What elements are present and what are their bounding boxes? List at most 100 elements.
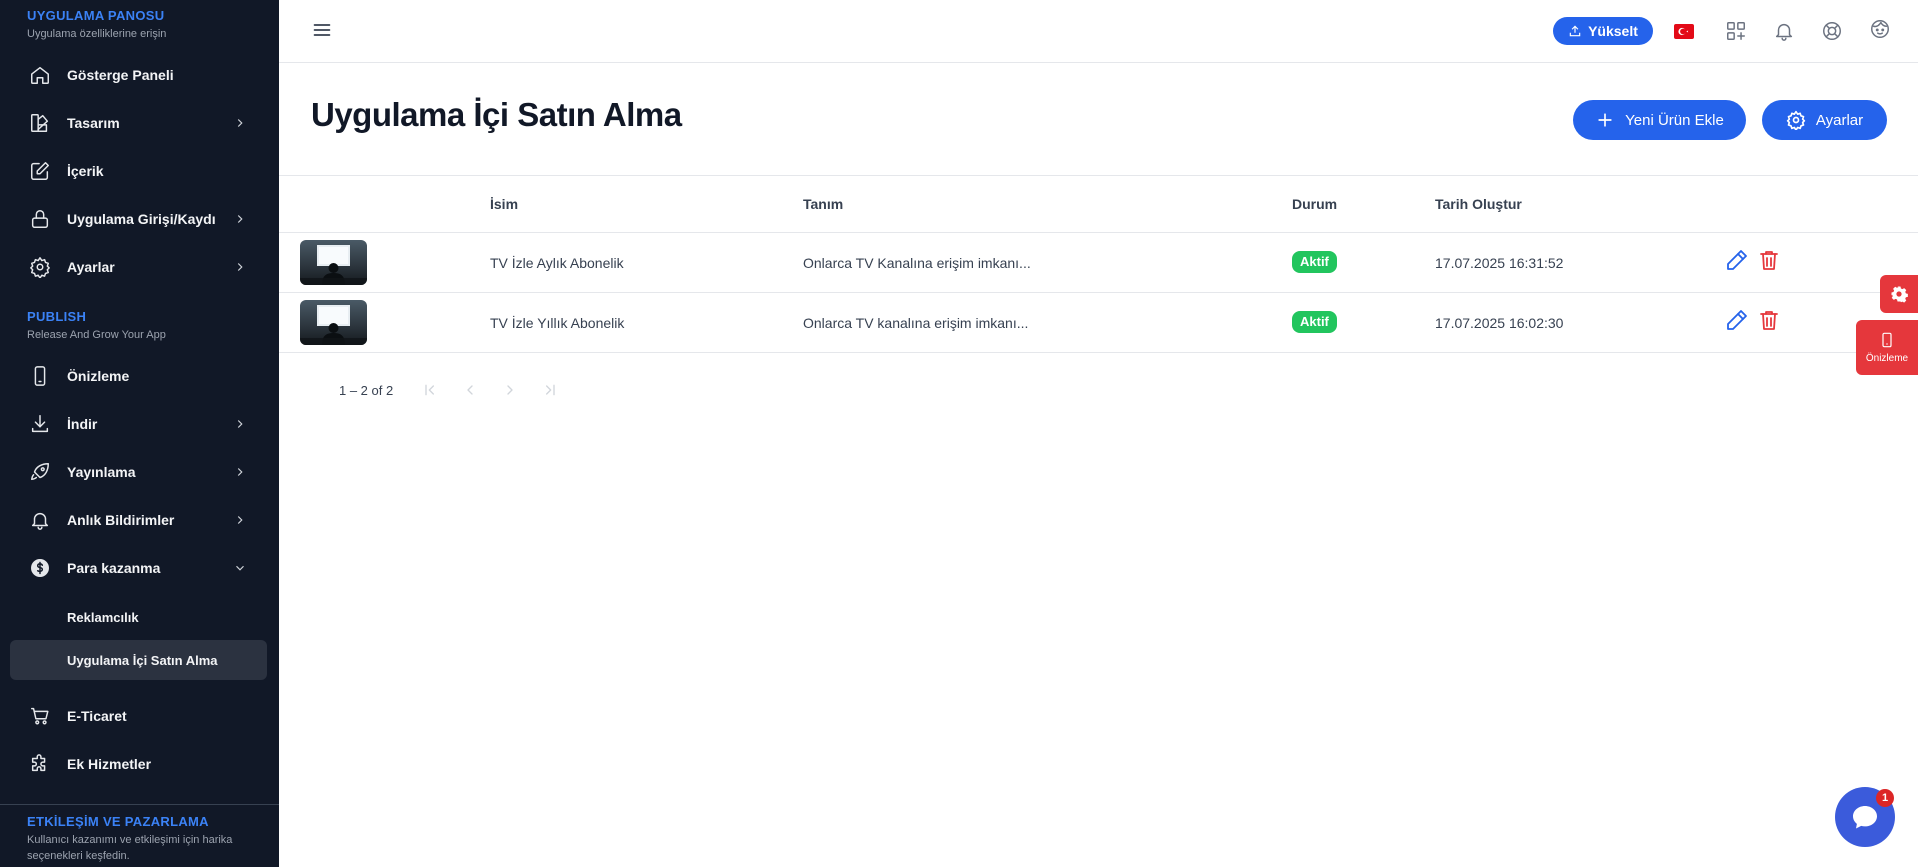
chevron-right-icon	[233, 465, 247, 479]
edit-icon[interactable]	[1725, 248, 1751, 274]
menu-icon[interactable]	[312, 20, 332, 40]
created-date: 17.07.2025 16:31:52	[1435, 255, 1564, 271]
chevron-right-icon	[233, 260, 247, 274]
sidebar-item-extra-services[interactable]: Ek Hizmetler	[10, 744, 267, 784]
edit-icon	[28, 159, 52, 183]
product-description: Onlarca TV kanalına erişim imkanı...	[803, 315, 1029, 331]
sidebar-item-label: İçerik	[67, 163, 104, 179]
edit-icon[interactable]	[1725, 308, 1751, 334]
pagination: 1 – 2 of 2	[339, 379, 579, 401]
sidebar-item-label: Önizleme	[67, 368, 130, 384]
product-description: Onlarca TV Kanalına erişim imkanı...	[803, 255, 1031, 271]
bell-icon[interactable]	[1773, 20, 1797, 44]
chevron-down-icon	[233, 561, 247, 575]
floating-preview-button[interactable]: Önizleme	[1856, 320, 1918, 375]
sidebar-item-label: Gösterge Paneli	[67, 67, 174, 83]
product-name: TV İzle Yıllık Abonelik	[490, 315, 625, 331]
topbar: Yükselt	[279, 0, 1918, 63]
next-page-icon[interactable]	[499, 379, 521, 401]
sidebar-subitem-label: Reklamcılık	[67, 609, 139, 625]
section-title-publish: PUBLISH	[27, 309, 87, 324]
sidebar-subitem-in-app-purchase[interactable]: Uygulama İçi Satın Alma	[10, 640, 267, 680]
gear-icon	[1786, 110, 1806, 130]
sidebar-item-preview[interactable]: Önizleme	[10, 356, 267, 396]
sidebar-item-download[interactable]: İndir	[10, 404, 267, 444]
page-title: Uygulama İçi Satın Alma	[311, 96, 682, 133]
sidebar-subitem-advertising[interactable]: Reklamcılık	[10, 597, 267, 637]
upload-icon	[1569, 25, 1581, 37]
column-header-created[interactable]: Tarih Oluştur	[1435, 196, 1522, 212]
lock-icon	[28, 207, 52, 231]
floating-preview-label: Önizleme	[1865, 353, 1909, 364]
sidebar-item-design[interactable]: Tasarım	[10, 103, 267, 143]
lifebuoy-icon[interactable]	[1821, 20, 1845, 44]
sidebar-item-monetization[interactable]: Para kazanma	[10, 548, 267, 588]
product-thumbnail	[300, 240, 367, 285]
sidebar-subitem-label: Uygulama İçi Satın Alma	[67, 652, 218, 668]
pagination-range: 1 – 2 of 2	[339, 382, 394, 398]
puzzle-icon	[28, 752, 52, 776]
design-icon	[28, 111, 52, 135]
sidebar-item-label: E-Ticaret	[67, 708, 127, 724]
phone-icon	[1882, 332, 1892, 348]
cart-icon	[28, 704, 52, 728]
bell-icon	[28, 508, 52, 532]
plus-icon	[1598, 113, 1612, 127]
first-page-icon[interactable]	[419, 379, 441, 401]
sidebar-item-label: İndir	[67, 416, 98, 432]
sidebar-item-login[interactable]: Uygulama Girişi/Kaydı	[10, 199, 267, 239]
chevron-right-icon	[233, 116, 247, 130]
chat-unread-badge: 1	[1876, 789, 1894, 807]
language-flag-icon[interactable]	[1674, 24, 1694, 39]
sidebar-item-label: Anlık Bildirimler	[67, 512, 175, 528]
add-product-button[interactable]: Yeni Ürün Ekle	[1573, 100, 1746, 140]
sidebar-item-label: Para kazanma	[67, 560, 161, 576]
table-row[interactable]: TV İzle Yıllık Abonelik Onlarca TV kanal…	[279, 293, 1918, 353]
sidebar-item-label: Tasarım	[67, 115, 120, 131]
previous-page-icon[interactable]	[459, 379, 481, 401]
trash-icon[interactable]	[1757, 248, 1783, 274]
table-row[interactable]: TV İzle Aylık Abonelik Onlarca TV Kanalı…	[279, 233, 1918, 293]
sidebar: UYGULAMA PANOSU Uygulama özelliklerine e…	[0, 0, 279, 867]
sidebar-item-label: Ayarlar	[67, 259, 115, 275]
settings-button[interactable]: Ayarlar	[1762, 100, 1887, 140]
section-title-app-panel: UYGULAMA PANOSU	[27, 8, 165, 23]
chevron-right-icon	[233, 513, 247, 527]
upgrade-button[interactable]: Yükselt	[1553, 17, 1653, 45]
sidebar-item-publishing[interactable]: Yayınlama	[10, 452, 267, 492]
sidebar-item-content[interactable]: İçerik	[10, 151, 267, 191]
created-date: 17.07.2025 16:02:30	[1435, 315, 1564, 331]
section-subtitle-engagement: Kullanıcı kazanımı ve etkileşimi için ha…	[27, 834, 233, 862]
status-badge: Aktif	[1292, 251, 1337, 273]
trash-icon[interactable]	[1757, 308, 1783, 334]
face-icon[interactable]	[1869, 18, 1893, 42]
sidebar-item-ecommerce[interactable]: E-Ticaret	[10, 696, 267, 736]
column-header-description[interactable]: Tanım	[803, 196, 843, 212]
floating-settings-button[interactable]	[1880, 275, 1918, 313]
section-title-engagement: ETKİLEŞİM VE PAZARLAMA	[27, 814, 209, 829]
add-product-button-label: Yeni Ürün Ekle	[1625, 111, 1724, 129]
product-name: TV İzle Aylık Abonelik	[490, 255, 624, 271]
rocket-icon	[28, 460, 52, 484]
table-header: İsim Tanım Durum Tarih Oluştur	[279, 175, 1918, 233]
sidebar-item-label: Ek Hizmetler	[67, 756, 152, 772]
column-header-status[interactable]: Durum	[1292, 196, 1337, 212]
last-page-icon[interactable]	[539, 379, 561, 401]
product-thumbnail	[300, 300, 367, 345]
download-icon	[28, 412, 52, 436]
sidebar-item-label: Uygulama Girişi/Kaydı	[67, 211, 216, 227]
dollar-icon	[28, 556, 52, 580]
gear-icon	[1891, 286, 1908, 303]
chat-bubble-icon	[1853, 806, 1877, 829]
grid-plus-icon[interactable]	[1725, 20, 1749, 44]
column-header-name[interactable]: İsim	[490, 196, 518, 212]
section-subtitle-app-panel: Uygulama özelliklerine erişin	[27, 28, 167, 40]
status-badge: Aktif	[1292, 311, 1337, 333]
sidebar-item-settings[interactable]: Ayarlar	[10, 247, 267, 287]
sidebar-item-push-notifications[interactable]: Anlık Bildirimler	[10, 500, 267, 540]
chevron-right-icon	[233, 417, 247, 431]
section-subtitle-publish: Release And Grow Your App	[27, 329, 166, 341]
sidebar-item-dashboard[interactable]: Gösterge Paneli	[10, 55, 267, 95]
sidebar-item-label: Yayınlama	[67, 464, 136, 480]
tv-viewer-image	[300, 245, 367, 285]
